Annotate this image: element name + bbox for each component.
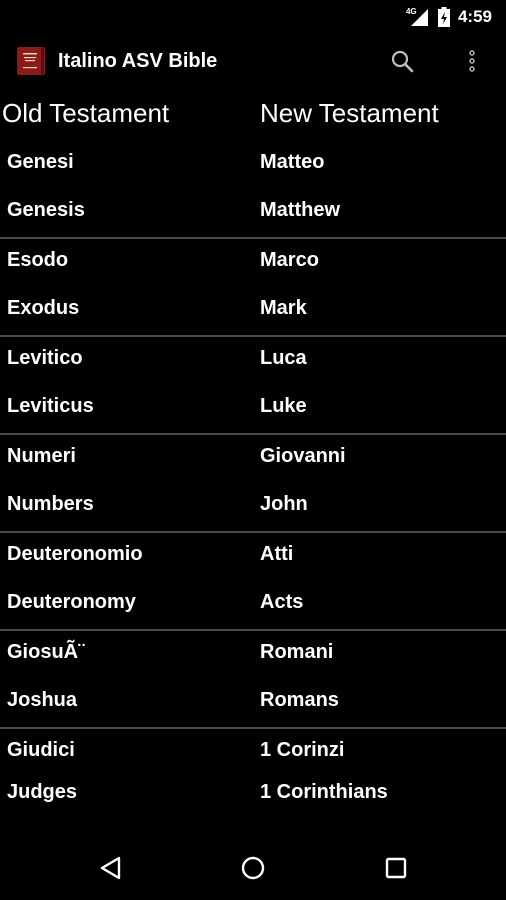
signal-icon bbox=[410, 8, 428, 26]
old-book-italian[interactable]: Deuteronomio bbox=[7, 543, 143, 566]
old-book-italian[interactable]: Giudici bbox=[7, 739, 75, 762]
book-row: Esodo Exodus Marco Mark bbox=[0, 239, 506, 337]
new-book-english[interactable]: Romans bbox=[260, 689, 339, 712]
new-book-english[interactable]: Mark bbox=[260, 297, 307, 320]
app-title: Italino ASV Bible bbox=[58, 50, 218, 72]
battery-icon bbox=[437, 6, 450, 27]
back-triangle-icon[interactable] bbox=[93, 850, 129, 886]
book-row: Genesi Genesis Matteo Matthew bbox=[0, 141, 506, 239]
app-bar: Italino ASV Bible bbox=[0, 33, 506, 89]
old-book-english[interactable]: Genesis bbox=[7, 199, 85, 222]
book-row: Deuteronomio Deuteronomy Atti Acts bbox=[0, 533, 506, 631]
navigation-bar bbox=[0, 836, 506, 900]
new-book-italian[interactable]: Marco bbox=[260, 249, 319, 272]
bible-icon bbox=[17, 47, 45, 75]
old-book-english[interactable]: Exodus bbox=[7, 297, 79, 320]
new-book-english[interactable]: 1 Corinthians bbox=[260, 781, 388, 804]
testament-headers: Old Testament New Testament bbox=[0, 89, 506, 141]
status-time: 4:59 bbox=[457, 6, 492, 26]
new-book-english[interactable]: Luke bbox=[260, 395, 307, 418]
book-row: Levitico Leviticus Luca Luke bbox=[0, 337, 506, 435]
new-book-english[interactable]: Acts bbox=[260, 591, 303, 614]
more-vert-icon[interactable] bbox=[460, 47, 484, 77]
new-book-english[interactable]: John bbox=[260, 493, 308, 516]
old-book-english[interactable]: Leviticus bbox=[7, 395, 94, 418]
old-book-english[interactable]: Judges bbox=[7, 781, 77, 804]
new-book-italian[interactable]: Atti bbox=[260, 543, 293, 566]
book-row: Giudici Judges 1 Corinzi 1 Corinthians bbox=[0, 729, 506, 813]
status-icons: 4G 4:59 bbox=[406, 4, 492, 29]
home-circle-icon[interactable] bbox=[235, 850, 271, 886]
new-book-italian[interactable]: Romani bbox=[260, 641, 333, 664]
new-book-italian[interactable]: Matteo bbox=[260, 151, 324, 174]
recents-square-icon[interactable] bbox=[378, 850, 414, 886]
old-book-italian[interactable]: Esodo bbox=[7, 249, 68, 272]
old-book-italian[interactable]: GiosuÃ¨ bbox=[7, 641, 85, 664]
old-testament-header: Old Testament bbox=[2, 98, 170, 128]
book-list: Genesi Genesis Matteo Matthew Esodo Exod… bbox=[0, 141, 506, 813]
new-book-italian[interactable]: 1 Corinzi bbox=[260, 739, 344, 762]
old-book-english[interactable]: Joshua bbox=[7, 689, 77, 712]
search-icon[interactable] bbox=[388, 47, 418, 77]
old-book-english[interactable]: Deuteronomy bbox=[7, 591, 136, 614]
signal-indicator: 4G bbox=[406, 7, 430, 27]
new-book-italian[interactable]: Giovanni bbox=[260, 445, 346, 468]
book-row: GiosuÃ¨ Joshua Romani Romans bbox=[0, 631, 506, 729]
old-book-italian[interactable]: Genesi bbox=[7, 151, 74, 174]
old-book-italian[interactable]: Levitico bbox=[7, 347, 83, 370]
old-book-italian[interactable]: Numeri bbox=[7, 445, 76, 468]
old-book-english[interactable]: Numbers bbox=[7, 493, 94, 516]
status-bar: 4G 4:59 bbox=[0, 0, 506, 33]
book-row: Numeri Numbers Giovanni John bbox=[0, 435, 506, 533]
new-book-english[interactable]: Matthew bbox=[260, 199, 340, 222]
new-book-italian[interactable]: Luca bbox=[260, 347, 307, 370]
new-testament-header: New Testament bbox=[260, 98, 439, 128]
